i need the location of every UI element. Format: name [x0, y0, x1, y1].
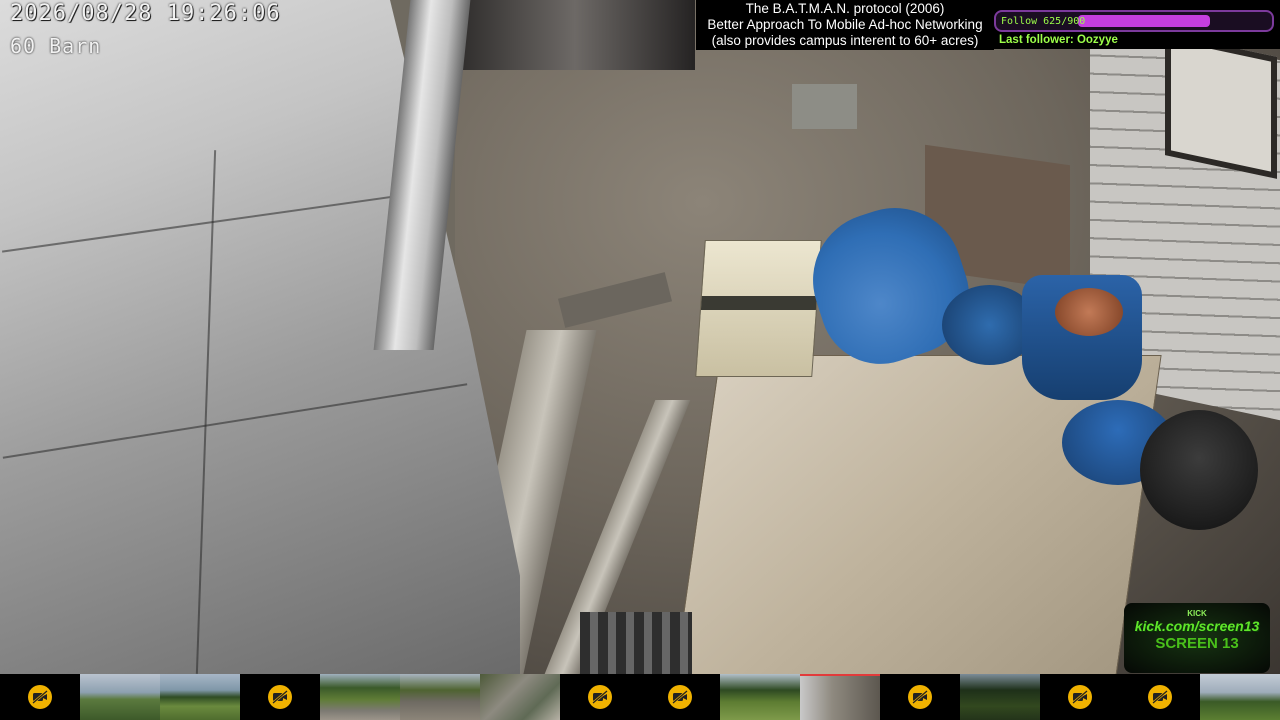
camera-thumbnail-9[interactable] — [640, 674, 720, 720]
camera-off-icon — [268, 685, 292, 709]
camera-thumbnail-image — [960, 674, 1040, 720]
kick-brand: SCREEN 13 — [1155, 635, 1239, 652]
black-tub — [1140, 410, 1258, 530]
follow-count: Follow 625/900 — [1001, 16, 1086, 27]
camera-off-icon — [1068, 685, 1092, 709]
camera-thumbnail-image — [800, 676, 880, 720]
camera-thumbnail-image — [320, 674, 400, 720]
camera-off-icon — [588, 685, 612, 709]
framed-picture — [1165, 33, 1277, 179]
info-box: The B.A.T.M.A.N. protocol (2006) Better … — [696, 0, 994, 50]
follow-progress-bar: Follow 625/900 — [994, 10, 1274, 32]
camera-off-icon — [1148, 685, 1172, 709]
camera-thumbnail-11[interactable] — [800, 674, 880, 720]
camera-thumbnail-2[interactable] — [80, 674, 160, 720]
follow-goal-widget: Follow 625/900 Last follower: Oozyye — [994, 0, 1280, 49]
camera-thumbnail-image — [400, 674, 480, 720]
camera-thumbnail-image — [480, 674, 560, 720]
follow-progress-fill — [1078, 15, 1210, 27]
camera-thumbnail-image — [720, 674, 800, 720]
camera-thumbnail-12[interactable] — [880, 674, 960, 720]
camera-thumbnail-6[interactable] — [400, 674, 480, 720]
camera-thumbnail-13[interactable] — [960, 674, 1040, 720]
camera-thumbnail-image — [160, 674, 240, 720]
camera-thumbnail-4[interactable] — [240, 674, 320, 720]
plastic-crate — [580, 612, 692, 674]
camera-thumbnail-5[interactable] — [320, 674, 400, 720]
info-line-3: (also provides campus interent to 60+ ac… — [711, 33, 979, 48]
kick-logo: KICK kick.com/screen13 SCREEN 13 — [1124, 603, 1270, 673]
last-follower: Last follower: Oozyye — [999, 34, 1118, 46]
feed-bag — [695, 240, 822, 377]
plywood-sheet — [674, 355, 1162, 674]
camera-strip — [0, 674, 1280, 720]
info-line-2: Better Approach To Mobile Ad-hoc Network… — [707, 17, 983, 32]
info-line-1: The B.A.T.M.A.N. protocol (2006) — [745, 1, 945, 16]
camera-thumbnail-8[interactable] — [560, 674, 640, 720]
camera-off-icon — [668, 685, 692, 709]
cinder-block — [792, 84, 857, 129]
kick-logo-top: KICK — [1187, 609, 1207, 618]
camera-thumbnail-image — [80, 674, 160, 720]
camera-thumbnail-16[interactable] — [1200, 674, 1280, 720]
camera-name: 60 Barn — [10, 34, 102, 58]
camera-thumbnail-1[interactable] — [0, 674, 80, 720]
camera-thumbnail-7[interactable] — [480, 674, 560, 720]
camera-thumbnail-14[interactable] — [1040, 674, 1120, 720]
camera-thumbnail-10[interactable] — [720, 674, 800, 720]
camera-thumbnail-3[interactable] — [160, 674, 240, 720]
kick-url: kick.com/screen13 — [1134, 618, 1260, 634]
camera-thumbnail-image — [1200, 674, 1280, 720]
camera-thumbnail-15[interactable] — [1120, 674, 1200, 720]
camera-off-icon — [908, 685, 932, 709]
clay-pot — [1055, 288, 1123, 336]
camera-feed — [0, 0, 1280, 674]
stored-items — [455, 0, 695, 70]
timestamp: 2026/08/28 19:26:06 — [10, 1, 281, 26]
camera-off-icon — [28, 685, 52, 709]
